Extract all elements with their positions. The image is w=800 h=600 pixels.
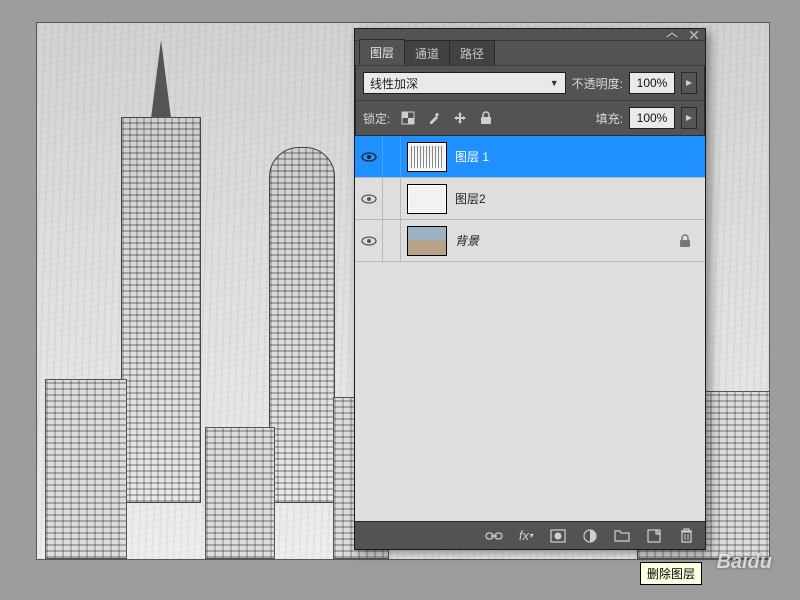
lock-icons xyxy=(400,110,494,126)
layers-panel: 图层 通道 路径 线性加深 ▼ 不透明度: 100% 锁定: xyxy=(354,28,706,550)
fx-label: fx xyxy=(519,528,529,543)
lock-paint-icon[interactable] xyxy=(426,110,442,126)
layer-thumbnail[interactable] xyxy=(407,142,447,172)
lock-fill-row: 锁定: 填充: 100% xyxy=(355,100,705,135)
blend-mode-dropdown[interactable]: 线性加深 ▼ xyxy=(363,72,566,94)
lock-icon xyxy=(679,234,691,248)
fill-label: 填充: xyxy=(596,110,623,127)
opacity-flyout[interactable] xyxy=(681,72,697,94)
adjustment-icon[interactable] xyxy=(581,527,599,545)
lock-all-icon[interactable] xyxy=(478,110,494,126)
layers-list: 图层 1 图层2 背景 xyxy=(355,135,705,521)
group-icon[interactable] xyxy=(613,527,631,545)
link-col[interactable] xyxy=(383,178,401,219)
tab-layers[interactable]: 图层 xyxy=(359,39,405,65)
link-col[interactable] xyxy=(383,220,401,261)
close-icon[interactable] xyxy=(687,31,701,39)
collapse-icon[interactable] xyxy=(665,31,679,39)
trash-icon[interactable] xyxy=(677,527,695,545)
link-col[interactable] xyxy=(383,136,401,177)
mask-icon[interactable] xyxy=(549,527,567,545)
layer-name[interactable]: 图层 1 xyxy=(455,148,489,165)
building-low-1 xyxy=(45,379,127,559)
layer-thumbnail[interactable] xyxy=(407,184,447,214)
lock-label: 锁定: xyxy=(363,110,390,127)
building-low-2 xyxy=(205,427,275,559)
building-2 xyxy=(269,147,335,503)
blend-mode-value: 线性加深 xyxy=(370,75,418,92)
fill-flyout[interactable] xyxy=(681,107,697,129)
opacity-input[interactable]: 100% xyxy=(629,72,675,94)
layer-row-background[interactable]: 背景 xyxy=(355,220,705,262)
layer-name[interactable]: 背景 xyxy=(455,232,479,249)
blend-opacity-row: 线性加深 ▼ 不透明度: 100% xyxy=(355,65,705,100)
visibility-toggle[interactable] xyxy=(355,136,383,177)
chevron-down-icon: ▼ xyxy=(550,78,559,88)
panel-tabs: 图层 通道 路径 xyxy=(355,41,705,65)
layer-row-1[interactable]: 图层 1 xyxy=(355,136,705,178)
layers-bottom-bar: fx▾ xyxy=(355,521,705,549)
visibility-toggle[interactable] xyxy=(355,220,383,261)
tooltip-delete-layer: 删除图层 xyxy=(640,562,702,585)
layer-row-2[interactable]: 图层2 xyxy=(355,178,705,220)
fill-input[interactable]: 100% xyxy=(629,107,675,129)
tab-paths[interactable]: 路径 xyxy=(449,40,495,65)
tab-channels[interactable]: 通道 xyxy=(404,40,450,65)
new-layer-icon[interactable] xyxy=(645,527,663,545)
layer-thumbnail[interactable] xyxy=(407,226,447,256)
building-1 xyxy=(121,117,201,503)
visibility-toggle[interactable] xyxy=(355,178,383,219)
opacity-label: 不透明度: xyxy=(572,75,623,92)
lock-transparency-icon[interactable] xyxy=(400,110,416,126)
layer-name[interactable]: 图层2 xyxy=(455,190,486,207)
link-layers-icon[interactable] xyxy=(485,527,503,545)
watermark: Baidu xyxy=(716,551,772,574)
lock-move-icon[interactable] xyxy=(452,110,468,126)
fx-icon[interactable]: fx▾ xyxy=(517,527,535,545)
